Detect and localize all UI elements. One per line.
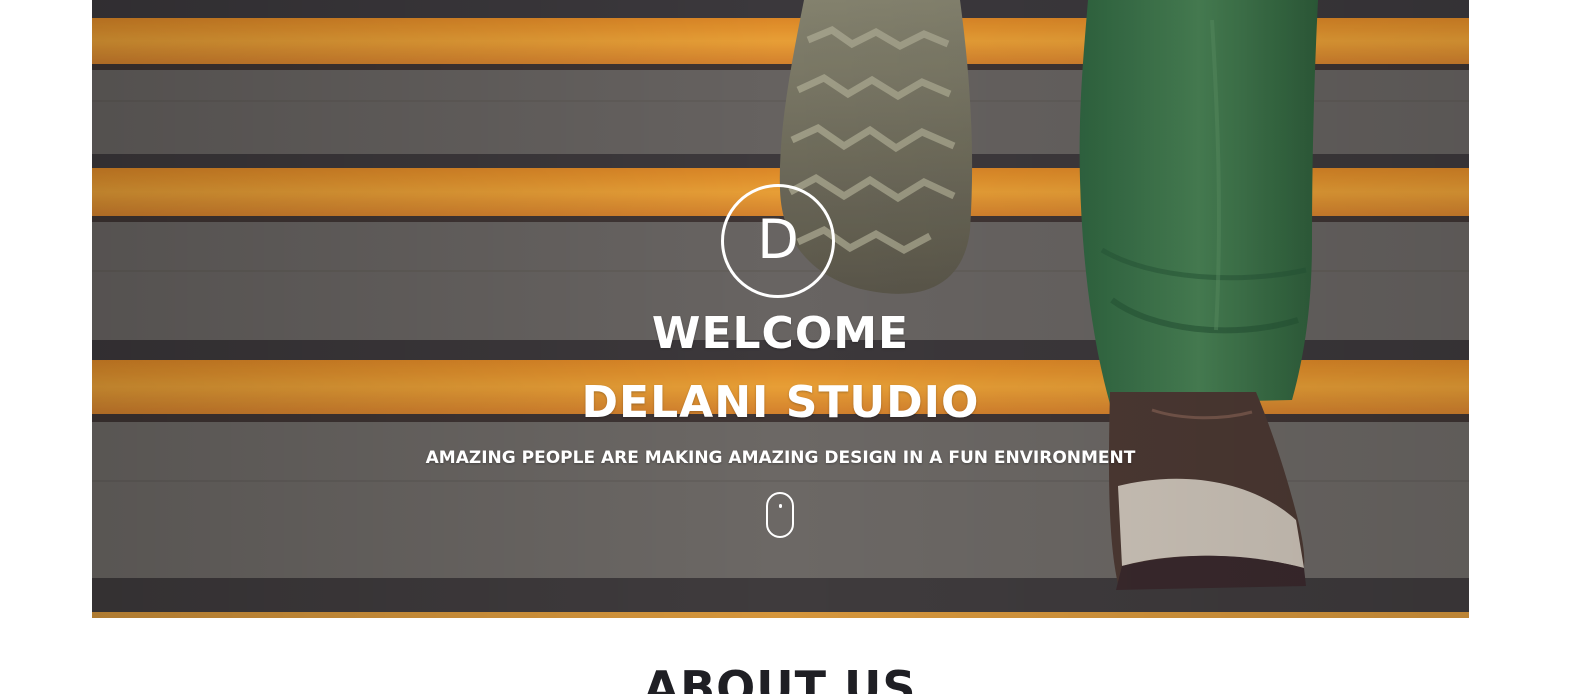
studio-logo[interactable]: D (721, 184, 835, 298)
hero-welcome-heading: WELCOME (651, 308, 910, 359)
mouse-wheel-dot (779, 504, 782, 508)
hero-content: D WELCOME DELANI STUDIO AMAZING PEOPLE A… (92, 0, 1469, 618)
hero-tagline: AMAZING PEOPLE ARE MAKING AMAZING DESIGN… (425, 448, 1136, 468)
hero-studio-heading: DELANI STUDIO (581, 377, 980, 428)
mouse-scroll-icon[interactable] (766, 492, 794, 538)
logo-letter: D (757, 208, 799, 271)
about-us-heading: ABOUT US (643, 661, 917, 694)
hero-section: D WELCOME DELANI STUDIO AMAZING PEOPLE A… (92, 0, 1469, 618)
